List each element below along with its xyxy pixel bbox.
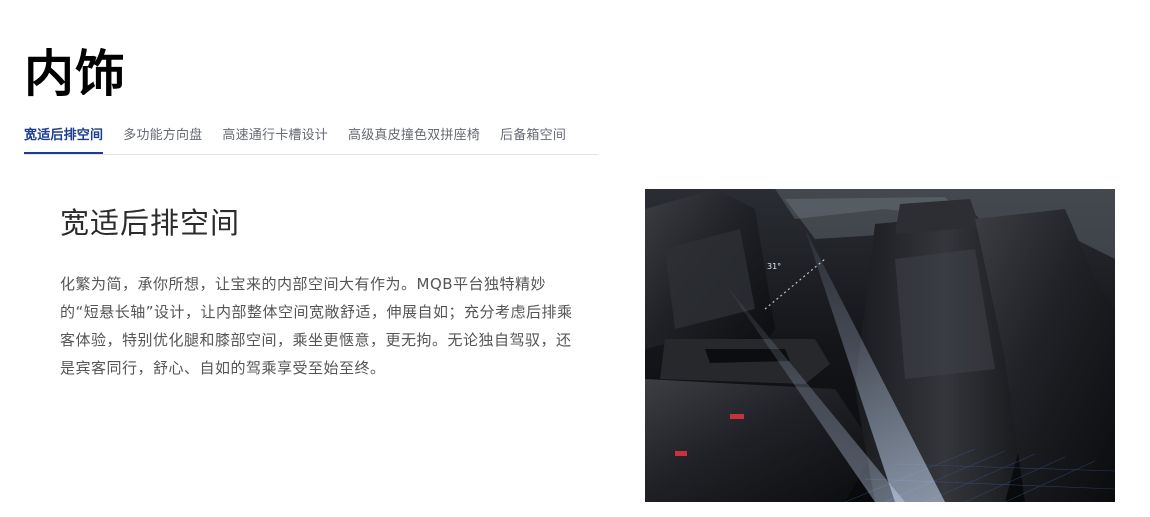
tab-leather-seats[interactable]: 高级真皮撞色双拼座椅 xyxy=(348,120,480,149)
feature-tabs: 宽适后排空间 多功能方向盘 高速通行卡槽设计 高级真皮撞色双拼座椅 后备箱空间 xyxy=(24,120,598,155)
angle-label: 31° xyxy=(767,262,781,271)
rear-seat-photo: 31° xyxy=(645,189,1115,502)
tab-rear-space[interactable]: 宽适后排空间 xyxy=(24,120,104,154)
tab-steering-wheel[interactable]: 多功能方向盘 xyxy=(123,120,202,149)
feature-heading: 宽适后排空间 xyxy=(60,206,241,240)
feature-description: 化繁为简，承你所想，让宝来的内部空间大有作为。MQB平台独特精妙的“短悬长轴”设… xyxy=(60,275,573,377)
tab-trunk-space[interactable]: 后备箱空间 xyxy=(500,120,566,149)
tab-etc-card-slot[interactable]: 高速通行卡槽设计 xyxy=(222,120,328,149)
section-title: 内饰 xyxy=(24,45,126,103)
